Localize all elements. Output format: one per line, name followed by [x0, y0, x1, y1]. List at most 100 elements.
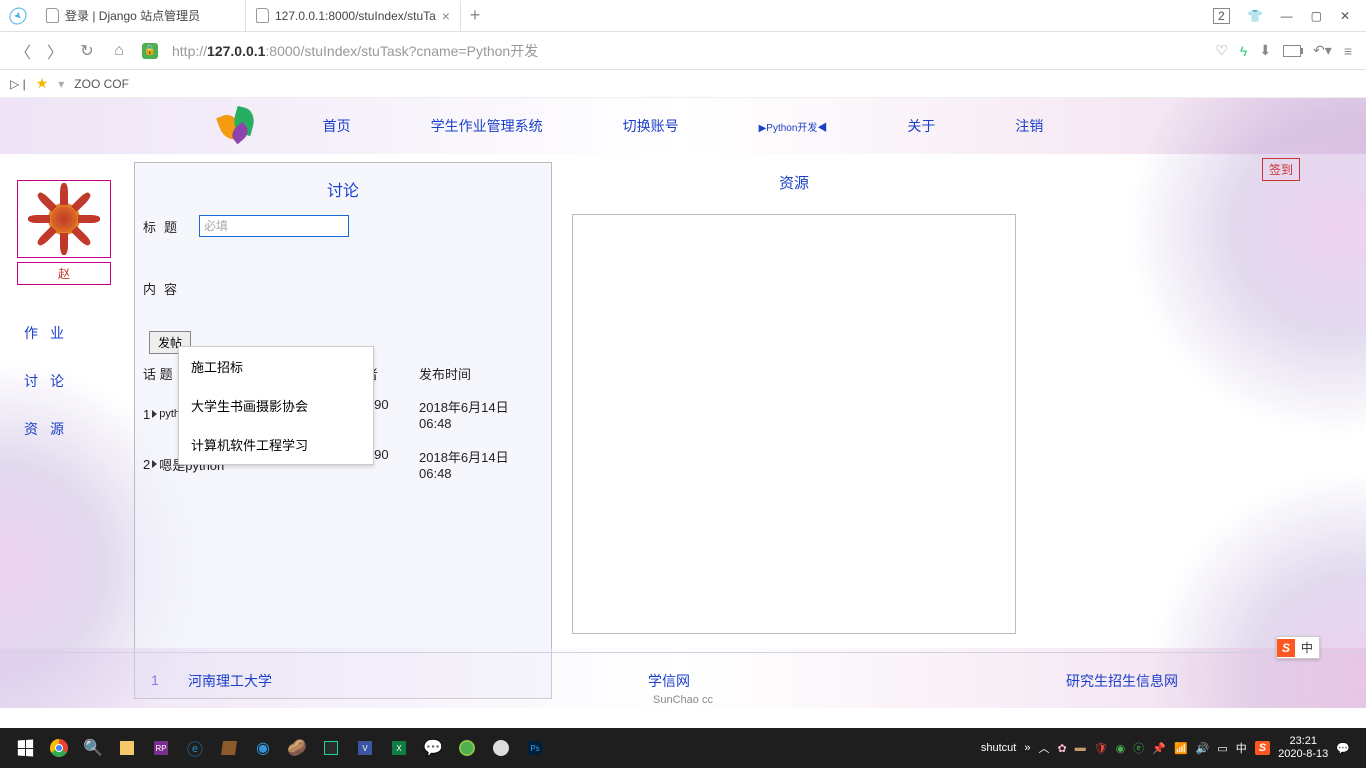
- tab-count-badge[interactable]: 2: [1213, 8, 1230, 24]
- window-controls: 2 👕 — ▢ ✕: [1213, 8, 1366, 24]
- system-tray: shutcut » ︿ ✿ ▬ 🛡 ◉ ⓔ 📌 📶 🔊 ▭ 中 S 23:21 …: [981, 735, 1358, 761]
- menu-icon[interactable]: ≡: [1344, 43, 1352, 59]
- triangle-icon: [152, 410, 157, 418]
- forward-icon[interactable]: 〉: [46, 39, 64, 63]
- favorite-icon[interactable]: ♡: [1215, 42, 1228, 59]
- title-input[interactable]: [199, 215, 349, 237]
- taskbar-ps-icon[interactable]: Ps: [518, 731, 552, 765]
- maximize-icon[interactable]: ▢: [1311, 9, 1322, 23]
- tray-sogou-icon[interactable]: S: [1255, 741, 1270, 755]
- tray-notifications-icon[interactable]: 💬: [1336, 742, 1350, 755]
- taskbar-ie-icon[interactable]: ⓔ: [178, 731, 212, 765]
- page-icon: [256, 8, 269, 23]
- browser-tab-2[interactable]: 127.0.0.1:8000/stuIndex/stuTa ×: [246, 1, 461, 31]
- taskbar-pycharm-icon[interactable]: [314, 731, 348, 765]
- site-logo: [220, 108, 260, 142]
- autocomplete-option[interactable]: 施工招标: [179, 347, 373, 386]
- tray-volume-icon[interactable]: 🔊: [1196, 742, 1210, 755]
- sidebar-item-homework[interactable]: 作业: [0, 309, 128, 357]
- app-icon: ➤: [0, 1, 36, 31]
- taskbar-chrome-icon[interactable]: [42, 731, 76, 765]
- tray-chevron-up-icon[interactable]: ︿: [1038, 740, 1049, 756]
- url-input[interactable]: http://127.0.0.1:8000/stuIndex/stuTask?c…: [172, 41, 1201, 61]
- nav-switch-account[interactable]: 切换账号: [623, 116, 679, 136]
- taskbar-explorer-icon[interactable]: [110, 731, 144, 765]
- autocomplete-option[interactable]: 大学生书画摄影协会: [179, 386, 373, 425]
- content-label: 内容: [143, 277, 199, 298]
- footer: 河南理工大学 学信网 研究生招生信息网 SunChao cc: [0, 652, 1366, 708]
- resource-panel: 资源: [572, 162, 1016, 699]
- tray-e-icon[interactable]: ⓔ: [1133, 740, 1144, 756]
- taskbar-avatar-icon[interactable]: [484, 731, 518, 765]
- autocomplete-option[interactable]: 计算机软件工程学习: [179, 425, 373, 464]
- restore-icon[interactable]: ↶▾: [1313, 42, 1332, 59]
- footer-link-yz[interactable]: 研究生招生信息网: [1066, 671, 1178, 691]
- download-icon[interactable]: ⬇: [1259, 42, 1271, 59]
- tab-title: 127.0.0.1:8000/stuIndex/stuTa: [275, 9, 436, 23]
- bookmarks-bar: ▷ | ★ ▾ ZOO COF: [0, 70, 1366, 98]
- back-icon[interactable]: 〈: [14, 39, 32, 63]
- page-content: 首页 学生作业管理系统 切换账号 ▶Python开发◀ 关于 注销: [0, 98, 1366, 708]
- nav-logout[interactable]: 注销: [1015, 116, 1043, 136]
- tray-360-icon[interactable]: ◉: [1116, 742, 1126, 755]
- sidebar-item-resource[interactable]: 资源: [0, 405, 128, 453]
- taskbar-wechat-icon[interactable]: 💬: [416, 731, 450, 765]
- tray-wifi-icon[interactable]: 📶: [1174, 742, 1188, 755]
- top-nav: 首页 学生作业管理系统 切换账号 ▶Python开发◀ 关于 注销: [0, 98, 1366, 154]
- nav-course[interactable]: ▶Python开发◀: [759, 118, 828, 134]
- nav-system[interactable]: 学生作业管理系统: [431, 116, 543, 136]
- tab-title: 登录 | Django 站点管理员: [65, 7, 200, 24]
- address-bar: 〈 〉 ↻ ⌂ 🔒 http://127.0.0.1:8000/stuIndex…: [0, 32, 1366, 70]
- username-label: 赵: [17, 262, 111, 285]
- resource-iframe[interactable]: [572, 214, 1016, 634]
- tray-shortcut-label[interactable]: shutcut: [981, 742, 1016, 754]
- autocomplete-dropdown: 施工招标 大学生书画摄影协会 计算机软件工程学习: [178, 346, 374, 465]
- signin-button[interactable]: 签到: [1262, 158, 1300, 181]
- title-label: 标题: [143, 215, 199, 236]
- tray-ime-icon[interactable]: 中: [1236, 740, 1247, 756]
- taskbar-search-icon[interactable]: 🔍: [76, 731, 110, 765]
- minimize-icon[interactable]: —: [1281, 9, 1293, 23]
- taskbar-rp-icon[interactable]: RP: [144, 731, 178, 765]
- triangle-icon: [152, 460, 157, 468]
- nav-about[interactable]: 关于: [907, 116, 935, 136]
- footer-link-chsi[interactable]: 学信网: [648, 671, 690, 691]
- tray-more-icon[interactable]: »: [1024, 742, 1030, 754]
- ime-indicator[interactable]: S 中: [1276, 636, 1320, 659]
- browser-tab-1[interactable]: 登录 | Django 站点管理员: [36, 1, 246, 31]
- tray-battery-icon[interactable]: ▭: [1217, 742, 1227, 755]
- reload-icon[interactable]: ↻: [78, 41, 96, 61]
- footer-link-university[interactable]: 河南理工大学: [188, 671, 272, 691]
- taskbar-potato-icon[interactable]: 🥔: [280, 731, 314, 765]
- panel-title-discuss: 讨论: [135, 163, 551, 215]
- left-sidebar: 赵 作业 讨论 资源: [0, 162, 128, 699]
- close-window-icon[interactable]: ✕: [1340, 9, 1350, 23]
- speed-icon[interactable]: ϟ: [1240, 43, 1247, 59]
- tray-shield-icon[interactable]: 🛡: [1094, 742, 1108, 755]
- tray-flower-icon[interactable]: ✿: [1057, 742, 1066, 755]
- taskbar-excel-icon[interactable]: X: [382, 731, 416, 765]
- panel-title-resource: 资源: [572, 162, 1016, 204]
- site-security-icon[interactable]: 🔒: [142, 43, 158, 59]
- bookmark-item[interactable]: ZOO COF: [74, 77, 129, 91]
- start-button[interactable]: [8, 731, 42, 765]
- skin-icon[interactable]: 👕: [1248, 9, 1263, 23]
- taskbar-360-icon[interactable]: [450, 731, 484, 765]
- close-tab-icon[interactable]: ×: [442, 8, 450, 24]
- taskbar-visio-icon[interactable]: V: [348, 731, 382, 765]
- windows-taskbar: 🔍 RP ⓔ ◉ 🥔 V X 💬 Ps shutcut » ︿ ✿ ▬ 🛡 ◉ …: [0, 728, 1366, 768]
- home-icon[interactable]: ⌂: [110, 42, 128, 60]
- taskbar-clock[interactable]: 23:21 2020-8-13: [1278, 735, 1328, 761]
- sidebar-toggle-icon[interactable]: ▷ |: [10, 77, 26, 91]
- telegram-style-icon: ➤: [6, 3, 30, 27]
- taskbar-book-icon[interactable]: [212, 731, 246, 765]
- new-tab-button[interactable]: +: [461, 5, 489, 26]
- nav-home[interactable]: 首页: [323, 116, 351, 136]
- tray-nail-icon[interactable]: 📌: [1152, 742, 1166, 755]
- taskbar-edge-icon[interactable]: ◉: [246, 731, 280, 765]
- star-icon[interactable]: ★: [36, 75, 49, 92]
- browser-tab-bar: ➤ 登录 | Django 站点管理员 127.0.0.1:8000/stuIn…: [0, 0, 1366, 32]
- tray-book-icon[interactable]: ▬: [1075, 742, 1086, 754]
- avatar: [17, 180, 111, 258]
- sidebar-item-discuss[interactable]: 讨论: [0, 357, 128, 405]
